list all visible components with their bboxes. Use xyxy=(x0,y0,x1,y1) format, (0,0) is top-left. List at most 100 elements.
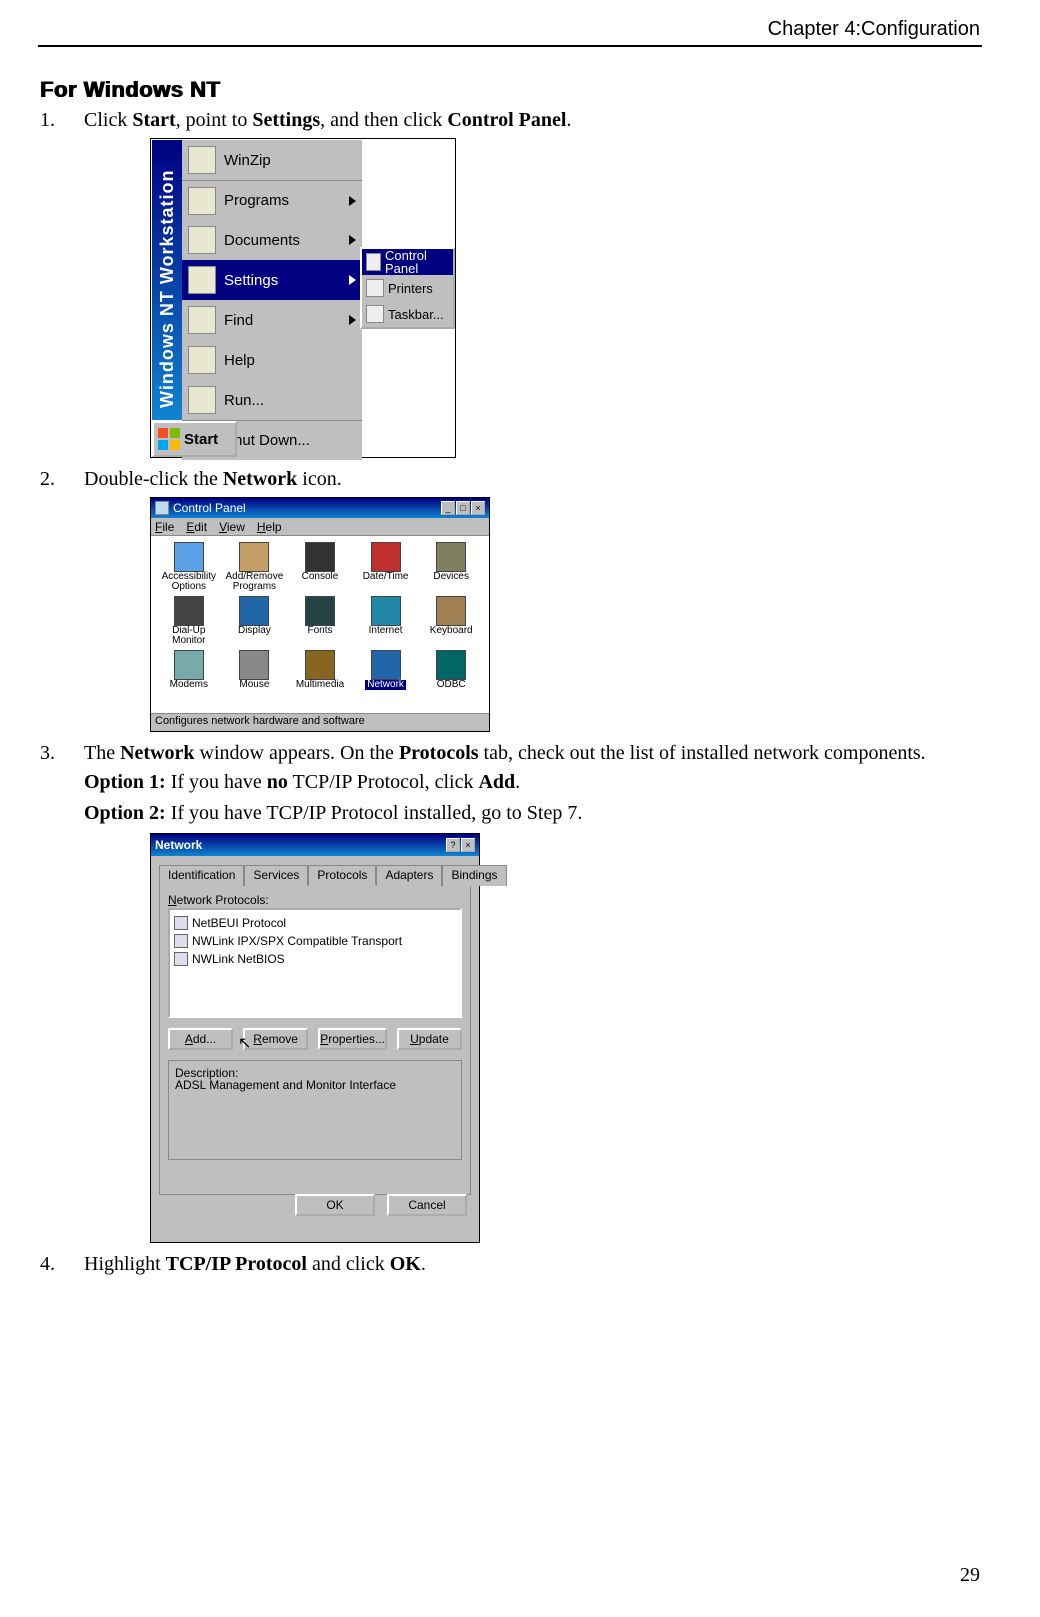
run-icon xyxy=(188,386,216,414)
list-item[interactable]: NWLink IPX/SPX Compatible Transport xyxy=(174,932,456,950)
update-button[interactable]: Update xyxy=(397,1028,462,1050)
control-panel-item[interactable]: Fonts xyxy=(288,596,352,648)
control-panel-icon-area: Accessibility OptionsAdd/Remove Programs… xyxy=(151,536,489,713)
tab-services[interactable]: Services xyxy=(244,865,308,886)
documents-icon xyxy=(188,226,216,254)
list-item[interactable]: NWLink NetBIOS xyxy=(174,950,456,968)
step-number: 4. xyxy=(40,1253,84,1276)
cp-icon xyxy=(371,596,401,626)
option-1: Option 1: If you have no TCP/IP Protocol… xyxy=(84,771,980,794)
cp-icon xyxy=(174,650,204,680)
cp-label: Console xyxy=(302,572,339,582)
cp-label: ODBC xyxy=(437,680,466,690)
cp-label: Fonts xyxy=(307,626,332,636)
start-item-winzip[interactable]: WinZip xyxy=(182,140,362,180)
cp-label: Date/Time xyxy=(363,572,409,582)
chapter-heading: Chapter 4:Configuration xyxy=(0,18,1040,41)
control-panel-item[interactable]: Add/Remove Programs xyxy=(223,542,287,594)
control-panel-item[interactable]: Keyboard xyxy=(419,596,483,648)
protocol-icon xyxy=(174,934,188,948)
cp-label: Mouse xyxy=(239,680,269,690)
cp-label: Internet xyxy=(369,626,403,636)
start-item-help[interactable]: Help xyxy=(182,340,362,380)
submenu-taskbar[interactable]: Taskbar... xyxy=(362,301,453,327)
step-4-text: Highlight TCP/IP Protocol and click OK. xyxy=(84,1253,980,1276)
start-item-programs[interactable]: Programs xyxy=(182,180,362,220)
protocol-icon xyxy=(174,916,188,930)
settings-submenu: Control Panel Printers Taskbar... xyxy=(360,247,455,329)
close-button[interactable]: × xyxy=(471,501,485,515)
ok-button[interactable]: OK xyxy=(295,1194,375,1216)
menu-bar: File Edit View Help xyxy=(151,518,489,536)
menu-help[interactable]: Help xyxy=(257,521,282,533)
step-3-text: The Network window appears. On the Proto… xyxy=(84,742,980,765)
cp-icon xyxy=(174,542,204,572)
add-button[interactable]: Add... xyxy=(168,1028,233,1050)
menu-edit[interactable]: Edit xyxy=(186,521,207,533)
cp-icon xyxy=(436,542,466,572)
windows-logo-icon xyxy=(158,428,180,450)
close-button[interactable]: × xyxy=(461,838,475,852)
printers-icon xyxy=(366,279,384,297)
help-button[interactable]: ? xyxy=(446,838,460,852)
control-panel-item[interactable]: Modems xyxy=(157,650,221,702)
taskbar-icon xyxy=(366,305,384,323)
control-panel-item[interactable]: Network xyxy=(354,650,418,702)
description-group: Description: ADSL Management and Monitor… xyxy=(168,1060,462,1160)
settings-icon xyxy=(188,266,216,294)
protocols-listbox[interactable]: NetBEUI Protocol NWLink IPX/SPX Compatib… xyxy=(168,908,462,1018)
cp-label: Accessibility Options xyxy=(157,572,221,592)
control-panel-item[interactable]: Mouse xyxy=(223,650,287,702)
page-number: 29 xyxy=(960,1564,980,1587)
step-2-text: Double-click the Network icon. xyxy=(84,468,980,491)
menu-view[interactable]: View xyxy=(219,521,245,533)
step-number: 1. xyxy=(40,109,84,132)
control-panel-item[interactable]: Devices xyxy=(419,542,483,594)
control-panel-item[interactable]: Multimedia xyxy=(288,650,352,702)
control-panel-item[interactable]: ODBC xyxy=(419,650,483,702)
start-item-settings[interactable]: Settings xyxy=(182,260,362,300)
help-icon xyxy=(188,346,216,374)
start-button[interactable]: Start xyxy=(152,421,237,457)
tab-strip: Identification Services Protocols Adapte… xyxy=(159,864,471,885)
submenu-printers[interactable]: Printers xyxy=(362,275,453,301)
window-icon xyxy=(155,501,169,515)
option-2: Option 2: If you have TCP/IP Protocol in… xyxy=(84,802,980,825)
start-menu-sidebar: Windows NT Workstation xyxy=(152,140,182,420)
maximize-button[interactable]: □ xyxy=(456,501,470,515)
window-titlebar: Control Panel _ □ × xyxy=(151,498,489,518)
start-item-find[interactable]: Find xyxy=(182,300,362,340)
tab-protocols[interactable]: Protocols xyxy=(308,865,376,886)
header-rule xyxy=(38,45,982,47)
minimize-button[interactable]: _ xyxy=(441,501,455,515)
control-panel-item[interactable]: Dial-Up Monitor xyxy=(157,596,221,648)
cp-label: Dial-Up Monitor xyxy=(157,626,221,646)
properties-button[interactable]: Properties... xyxy=(318,1028,387,1050)
find-icon xyxy=(188,306,216,334)
tab-identification[interactable]: Identification xyxy=(159,865,244,886)
menu-file[interactable]: File xyxy=(155,521,174,533)
start-item-documents[interactable]: Documents xyxy=(182,220,362,260)
control-panel-item[interactable]: Accessibility Options xyxy=(157,542,221,594)
step-number: 3. xyxy=(40,742,84,765)
cp-icon xyxy=(174,596,204,626)
start-item-run[interactable]: Run... xyxy=(182,380,362,420)
tab-bindings[interactable]: Bindings xyxy=(442,865,506,886)
remove-button[interactable]: Remove xyxy=(243,1028,308,1050)
control-panel-item[interactable]: Internet xyxy=(354,596,418,648)
tab-adapters[interactable]: Adapters xyxy=(376,865,442,886)
control-panel-item[interactable]: Date/Time xyxy=(354,542,418,594)
programs-icon xyxy=(188,187,216,215)
figure-network-dialog: Network ? × Identification Services Prot… xyxy=(150,833,980,1243)
cp-icon xyxy=(305,596,335,626)
cancel-button[interactable]: Cancel xyxy=(387,1194,467,1216)
cp-label: Modems xyxy=(170,680,208,690)
cp-icon xyxy=(436,596,466,626)
control-panel-item[interactable]: Console xyxy=(288,542,352,594)
cp-label: Network xyxy=(365,680,406,690)
control-panel-icon xyxy=(366,253,381,271)
submenu-control-panel[interactable]: Control Panel xyxy=(362,249,453,275)
control-panel-item[interactable]: Display xyxy=(223,596,287,648)
arrow-right-icon xyxy=(349,315,356,325)
list-item[interactable]: NetBEUI Protocol xyxy=(174,914,456,932)
